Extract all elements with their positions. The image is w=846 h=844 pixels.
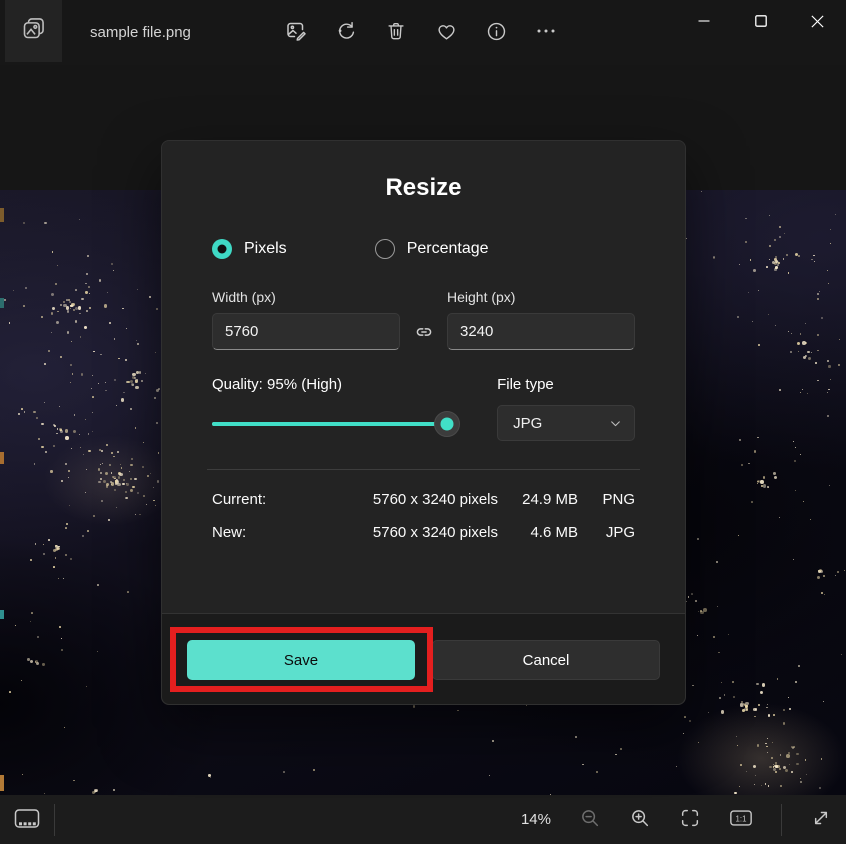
status-bar: 14%: [0, 795, 846, 844]
delete-button[interactable]: [384, 21, 408, 45]
size-summary: Current: 5760 x 3240 pixels 24.9 MB PNG …: [212, 483, 635, 549]
width-label: Width (px): [212, 289, 400, 305]
resize-mode-group: Pixels Percentage: [212, 239, 635, 259]
zoom-out-icon: [579, 807, 601, 832]
dimension-fields: Width (px) Height (px): [212, 289, 635, 350]
actual-size-button[interactable]: 1:1: [729, 807, 753, 832]
new-label: New:: [212, 524, 298, 541]
dialog-title: Resize: [162, 174, 685, 202]
edit-image-button[interactable]: [284, 21, 308, 45]
statusbar-divider-right: [781, 804, 782, 836]
fit-to-window-icon: [679, 807, 701, 832]
photos-app-icon: [20, 15, 47, 47]
summary-row-current: Current: 5760 x 3240 pixels 24.9 MB PNG: [212, 483, 635, 516]
app-logo-tile[interactable]: [5, 0, 62, 62]
zoom-in-icon: [629, 807, 651, 832]
filmstrip-icon: [13, 806, 41, 834]
summary-divider: [207, 469, 640, 470]
maximize-icon: [755, 15, 767, 30]
current-label: Current:: [212, 491, 298, 508]
radio-pixels-label: Pixels: [244, 240, 287, 258]
file-type-value: JPG: [513, 415, 609, 432]
current-dimensions: 5760 x 3240 pixels: [298, 491, 498, 508]
quality-slider-fill: [212, 422, 447, 426]
new-dimensions: 5760 x 3240 pixels: [298, 524, 498, 541]
info-button[interactable]: [484, 21, 508, 45]
delete-icon: [385, 20, 407, 45]
titlebar-toolbar: [284, 0, 558, 65]
width-input[interactable]: [212, 313, 400, 350]
more-button[interactable]: [534, 21, 558, 45]
adjacent-photo-edge: [0, 190, 4, 795]
file-type-dropdown[interactable]: JPG: [497, 405, 635, 441]
radio-option-pixels[interactable]: Pixels: [212, 239, 287, 259]
radio-option-percentage[interactable]: Percentage: [375, 239, 489, 259]
radio-percentage-label: Percentage: [407, 240, 489, 258]
quality-label: Quality: 95% (High): [212, 376, 342, 393]
file-type-label: File type: [497, 376, 554, 393]
actual-size-icon: 1:1: [729, 807, 753, 832]
rotate-button[interactable]: [334, 21, 358, 45]
fullscreen-icon: [810, 807, 832, 832]
cancel-button[interactable]: Cancel: [432, 640, 660, 680]
fullscreen-button[interactable]: [810, 807, 832, 832]
minimize-icon: [698, 15, 710, 30]
new-size: 4.6 MB: [498, 524, 578, 541]
current-size: 24.9 MB: [498, 491, 578, 508]
close-button[interactable]: [789, 0, 846, 45]
radio-pixels[interactable]: [212, 239, 232, 259]
quality-slider-thumb[interactable]: [434, 411, 460, 437]
info-icon: [485, 20, 508, 46]
zoom-out-button[interactable]: [579, 807, 601, 832]
current-format: PNG: [578, 491, 635, 508]
height-input[interactable]: [447, 313, 635, 350]
summary-row-new: New: 5760 x 3240 pixels 4.6 MB JPG: [212, 516, 635, 549]
chevron-down-icon: [609, 417, 622, 430]
svg-text:1:1: 1:1: [736, 814, 747, 823]
minimize-button[interactable]: [675, 0, 732, 45]
statusbar-divider-left: [54, 804, 55, 836]
resize-dialog: Resize Pixels Percentage Width (px): [161, 140, 686, 705]
zoom-level-label: 14%: [521, 811, 551, 828]
maximize-button[interactable]: [732, 0, 789, 45]
radio-percentage[interactable]: [375, 239, 395, 259]
photos-app-window: sample file.png: [0, 0, 846, 844]
quality-slider[interactable]: [212, 411, 459, 437]
dialog-footer: Save Cancel: [162, 613, 685, 704]
height-label: Height (px): [447, 289, 635, 305]
favorite-button[interactable]: [434, 21, 458, 45]
rotate-icon: [335, 20, 358, 46]
save-button[interactable]: Save: [187, 640, 415, 680]
filmstrip-toggle-button[interactable]: [13, 806, 41, 834]
title-bar: sample file.png: [0, 0, 846, 65]
file-title: sample file.png: [90, 0, 191, 65]
favorite-icon: [435, 20, 458, 46]
window-controls: [675, 0, 846, 45]
quality-filetype-row: Quality: 95% (High) File type JPG: [212, 376, 635, 441]
link-dimensions-icon: [400, 313, 447, 350]
close-icon: [811, 15, 824, 31]
edit-image-icon: [284, 19, 308, 46]
more-icon: [534, 19, 558, 46]
new-format: JPG: [578, 524, 635, 541]
fit-to-window-button[interactable]: [679, 807, 701, 832]
zoom-in-button[interactable]: [629, 807, 651, 832]
